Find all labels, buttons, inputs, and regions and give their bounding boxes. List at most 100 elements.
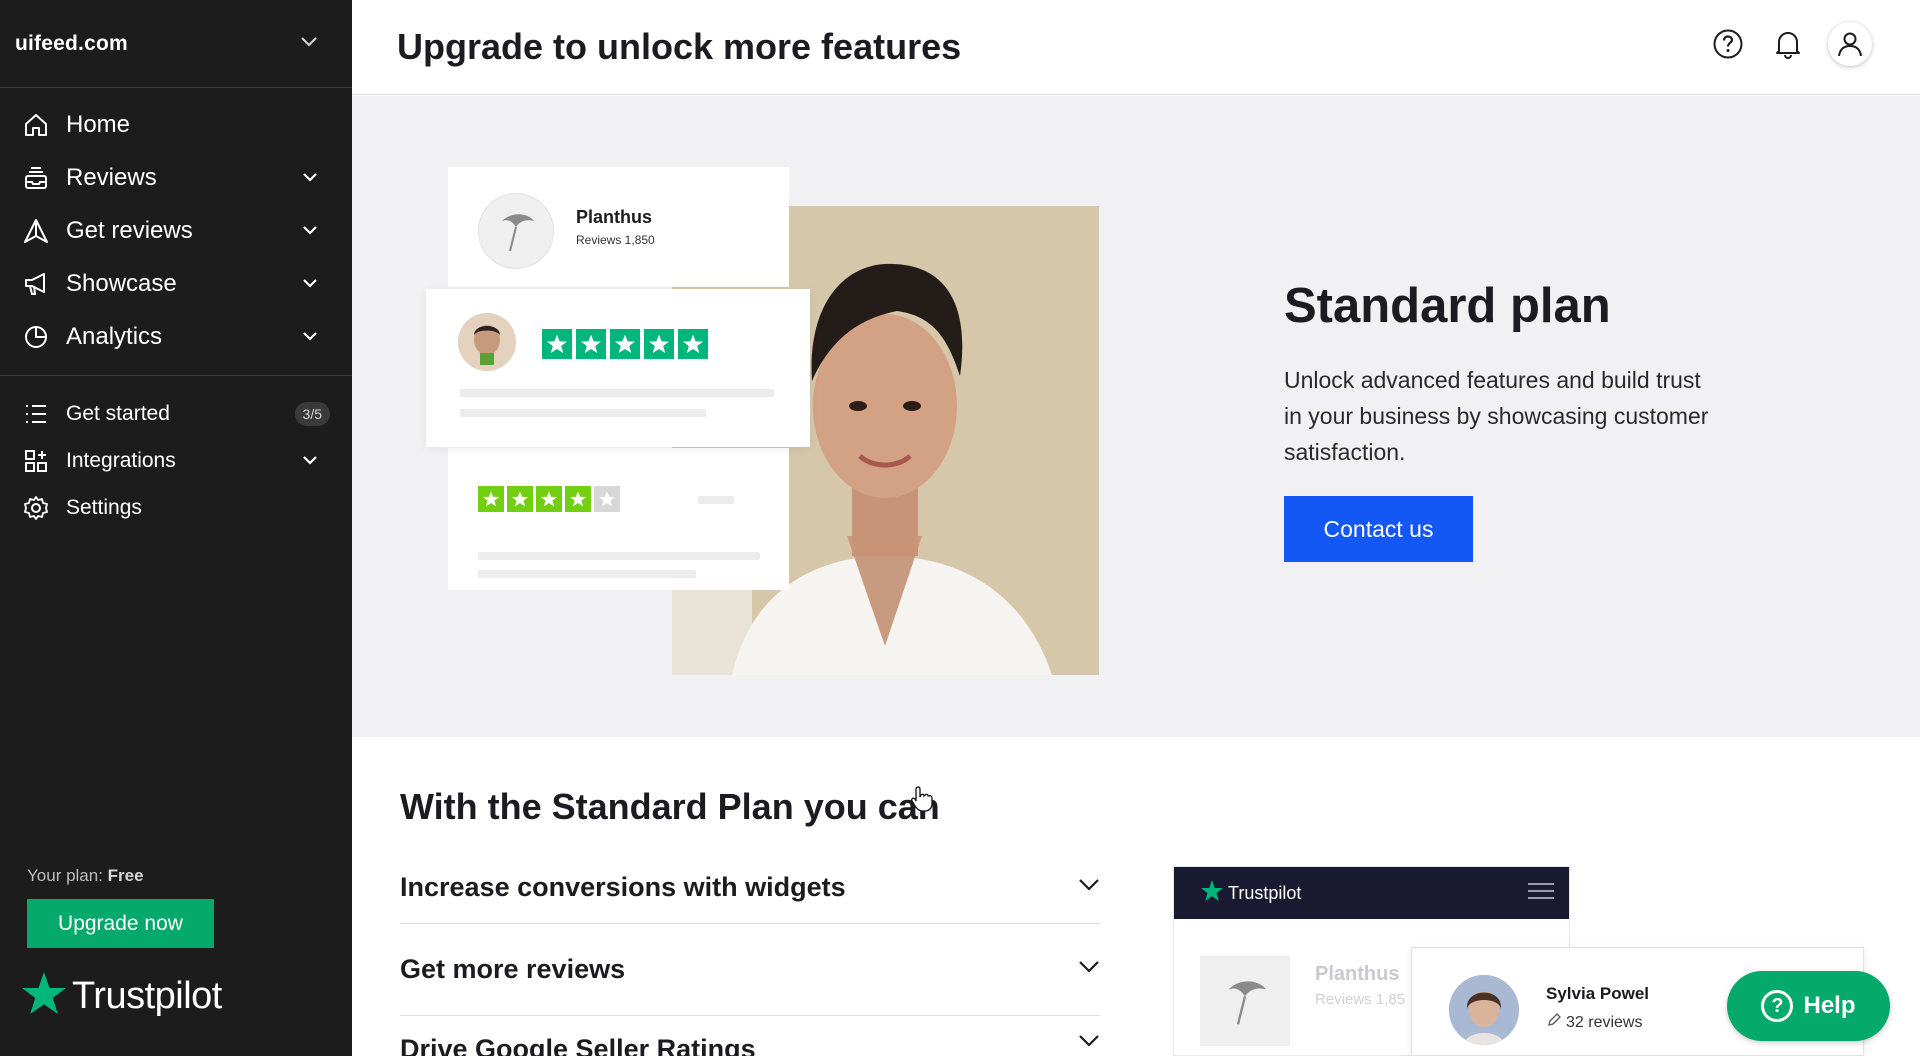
- sidebar-item-home[interactable]: Home: [0, 98, 352, 151]
- accordion-item-seller-ratings[interactable]: Drive Google Seller Ratings: [400, 1034, 1100, 1056]
- upgrade-now-button[interactable]: Upgrade now: [27, 899, 214, 948]
- star-logo-icon: [1200, 879, 1224, 908]
- chevron-down-icon: [302, 452, 318, 470]
- reviewer-name: Sylvia Powel: [1546, 984, 1649, 1003]
- grid-icon: [22, 447, 50, 475]
- reviewer-count-label: 32 reviews: [1566, 1013, 1643, 1031]
- sidebar-item-label: Home: [66, 110, 131, 138]
- megaphone-icon: [22, 270, 50, 298]
- trustpilot-logo: Trustpilot: [20, 970, 222, 1023]
- sidebar-item-showcase[interactable]: Showcase: [0, 257, 352, 310]
- sidebar-item-label: Get reviews: [66, 216, 193, 244]
- reviewer-count: 32 reviews: [1546, 1012, 1642, 1033]
- sidebar-item-label: Integrations: [66, 448, 176, 472]
- plan-info: Your plan: Free Upgrade now: [27, 866, 214, 948]
- send-icon: [22, 217, 50, 245]
- company-card: Planthus Reviews 1,850: [448, 167, 789, 287]
- domain-name: uifeed.com: [15, 31, 128, 55]
- five-star-rating: [542, 329, 712, 359]
- sidebar-item-label: Get started: [66, 401, 170, 425]
- sidebar-item-get-reviews[interactable]: Get reviews: [0, 204, 352, 257]
- plan-info-panel: Standard plan Unlock advanced features a…: [1284, 278, 1724, 562]
- review-card-4-stars: [448, 448, 789, 590]
- bell-icon[interactable]: [1768, 24, 1808, 64]
- preview-brand-name: Trustpilot: [1228, 882, 1302, 903]
- plan-status: Your plan: Free: [27, 866, 214, 886]
- accordion-label: Get more reviews: [400, 954, 626, 984]
- star-icon: [576, 329, 606, 359]
- chevron-down-icon: [300, 35, 318, 53]
- question-icon: ?: [1761, 990, 1794, 1022]
- chevron-down-icon: [1078, 878, 1100, 897]
- star-logo-icon: [20, 970, 68, 1023]
- placeholder-line: [478, 552, 760, 560]
- sidebar-item-analytics[interactable]: Analytics: [0, 310, 352, 363]
- menu-icon: [1527, 882, 1555, 905]
- star-icon: [542, 329, 572, 359]
- reviewer-avatar: [1449, 975, 1519, 1045]
- star-icon: [678, 329, 708, 359]
- gear-icon: [22, 494, 50, 522]
- star-icon: [507, 486, 533, 512]
- placeholder-line: [460, 409, 706, 417]
- help-button[interactable]: ? Help: [1727, 971, 1890, 1041]
- pencil-icon: [1546, 1012, 1566, 1033]
- features-title: With the Standard Plan you can: [400, 786, 940, 827]
- chevron-down-icon: [302, 275, 318, 293]
- preview-brand: Trustpilot: [1200, 879, 1301, 908]
- sidebar-item-label: Showcase: [66, 269, 177, 297]
- help-label: Help: [1803, 992, 1856, 1019]
- plan-title: Standard plan: [1284, 279, 1611, 333]
- placeholder-line: [460, 389, 774, 397]
- chevron-down-icon: [302, 222, 318, 240]
- sidebar-item-get-started[interactable]: Get started 3/5: [0, 390, 352, 437]
- primary-nav: Home Reviews Get reviews Showcase Analyt…: [0, 88, 352, 531]
- sidebar-item-label: Analytics: [66, 322, 163, 350]
- domain-switcher[interactable]: uifeed.com: [0, 0, 352, 88]
- accordion-item-widgets[interactable]: Increase conversions with widgets: [400, 852, 1100, 924]
- four-star-rating: [478, 486, 623, 512]
- upgrade-hero: Planthus Reviews 1,850 Standard plan Unl…: [352, 96, 1920, 737]
- placeholder-line: [478, 570, 696, 578]
- header-actions: [1688, 22, 1872, 66]
- chevron-down-icon: [302, 328, 318, 346]
- progress-badge: 3/5: [294, 401, 330, 426]
- star-icon: [610, 329, 640, 359]
- chevron-down-icon: [1078, 1034, 1100, 1053]
- page-title: Upgrade to unlock more features: [397, 26, 962, 67]
- pie-chart-icon: [22, 323, 50, 351]
- review-card-5-stars: [426, 289, 810, 447]
- inbox-icon: [22, 164, 50, 192]
- accordion-item-reviews[interactable]: Get more reviews: [400, 924, 1100, 1016]
- hand-cursor-icon: [911, 786, 933, 817]
- home-icon: [22, 111, 50, 139]
- sidebar-item-integrations[interactable]: Integrations: [0, 437, 352, 484]
- plan-value: Free: [107, 866, 144, 885]
- help-circle-icon[interactable]: [1708, 24, 1748, 64]
- preview-company-logo: [1200, 956, 1290, 1046]
- placeholder-line: [698, 496, 734, 504]
- list-icon: [22, 400, 50, 428]
- nav-divider: [0, 375, 352, 376]
- company-name: Planthus: [576, 207, 653, 227]
- sidebar-item-reviews[interactable]: Reviews: [0, 151, 352, 204]
- preview-company-reviews: Reviews 1,85: [1315, 991, 1406, 1008]
- chevron-down-icon: [1078, 960, 1100, 979]
- star-icon: [644, 329, 674, 359]
- plan-description: Unlock advanced features and build trust…: [1284, 367, 1709, 465]
- sidebar: uifeed.com Home Reviews Get reviews Show…: [0, 0, 352, 1056]
- sidebar-item-settings[interactable]: Settings: [0, 484, 352, 531]
- contact-us-button[interactable]: Contact us: [1284, 496, 1473, 562]
- planthus-logo: [478, 193, 554, 269]
- plan-label: Your plan:: [27, 866, 103, 885]
- star-icon: [478, 486, 504, 512]
- preview-header: Trustpilot: [1174, 867, 1569, 919]
- company-reviews: Reviews 1,850: [576, 233, 655, 247]
- accordion-label: Drive Google Seller Ratings: [400, 1034, 756, 1056]
- reviewer-avatar: [458, 313, 516, 371]
- star-icon: [565, 486, 591, 512]
- star-empty-icon: [594, 486, 620, 512]
- sidebar-item-label: Reviews: [66, 163, 157, 191]
- accordion-label: Increase conversions with widgets: [400, 872, 846, 902]
- user-avatar-button[interactable]: [1828, 22, 1872, 66]
